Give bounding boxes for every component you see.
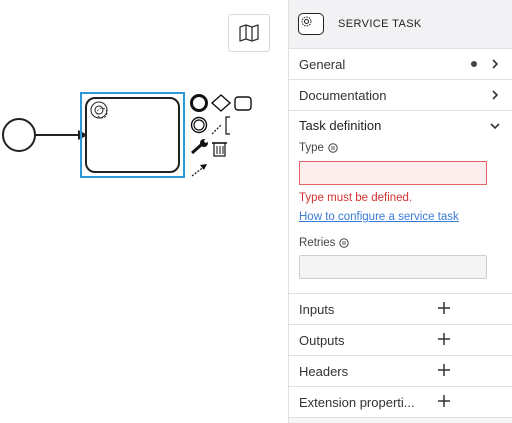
group-label: Inputs (299, 301, 335, 317)
type-error-message: Type must be defined. (299, 192, 413, 204)
plus-icon[interactable] (437, 301, 451, 315)
plus-icon[interactable] (437, 363, 451, 377)
group-label: Documentation (299, 87, 387, 103)
append-gateway[interactable] (210, 94, 232, 112)
type-input[interactable] (299, 161, 487, 185)
group-inputs[interactable]: Inputs (289, 294, 512, 325)
connect-arrow-icon[interactable] (191, 164, 207, 177)
chevron-down-icon (488, 119, 502, 133)
gear-icon (301, 16, 312, 27)
data-marker-dot (471, 61, 477, 67)
group-header[interactable]: Task definition (299, 111, 502, 140)
service-task-help-link[interactable]: How to configure a service task (299, 211, 459, 223)
info-icon[interactable] (339, 238, 350, 248)
group-label: Task definition (299, 118, 382, 133)
append-task[interactable] (234, 96, 252, 111)
group-outputs[interactable]: Outputs (289, 325, 512, 356)
group-documentation[interactable]: Documentation (289, 80, 512, 111)
element-type-title: SERVICE TASK (338, 18, 422, 30)
trash-icon[interactable] (212, 142, 227, 157)
group-general[interactable]: General (289, 49, 512, 80)
map-icon (239, 24, 259, 42)
group-headers[interactable]: Headers (289, 356, 512, 387)
group-extension-properties[interactable]: Extension properti... (289, 387, 512, 418)
chevron-right-icon (488, 57, 502, 71)
bpmn-diagram (2, 92, 252, 178)
type-label: Type (299, 142, 324, 154)
plus-icon[interactable] (437, 394, 451, 408)
group-label: Extension properti... (299, 394, 415, 410)
append-end-event[interactable] (190, 94, 208, 112)
retries-label: Retries (299, 237, 336, 249)
group-label: Outputs (299, 332, 345, 348)
service-task[interactable] (85, 97, 180, 173)
group-label: Headers (299, 363, 349, 379)
group-label: General (299, 56, 346, 72)
panel-header: SERVICE TASK (289, 0, 512, 49)
minimap-toggle-button[interactable] (228, 14, 270, 52)
start-event[interactable] (2, 118, 36, 152)
service-task-icon (298, 13, 324, 35)
append-intermediate-event[interactable] (190, 116, 208, 134)
wrench-icon[interactable] (191, 139, 208, 155)
plus-icon[interactable] (437, 332, 451, 346)
info-icon[interactable] (328, 143, 338, 153)
retries-input[interactable] (299, 255, 487, 279)
gear-icon (90, 101, 108, 119)
properties-panel: SERVICE TASK General Documentation Task … (288, 0, 512, 423)
append-text-annotation[interactable] (211, 116, 230, 135)
diagram-canvas[interactable] (0, 0, 288, 423)
group-task-definition: Task definition Type Type must be define… (289, 111, 512, 294)
chevron-right-icon (488, 88, 502, 102)
